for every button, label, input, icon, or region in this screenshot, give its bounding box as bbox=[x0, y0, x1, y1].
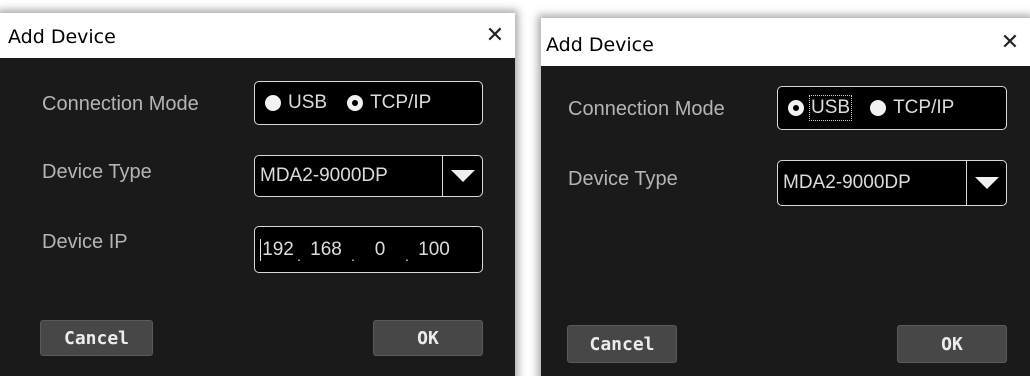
ip-octet-2: 168 bbox=[310, 238, 342, 260]
connection-mode-radio-group: USB TCP/IP bbox=[777, 86, 1007, 130]
ip-octet-3: 0 bbox=[374, 238, 386, 260]
text-caret bbox=[260, 238, 261, 261]
radio-tcpip-indicator bbox=[870, 100, 887, 116]
cancel-button[interactable]: Cancel bbox=[567, 325, 677, 363]
device-type-dropdown-button[interactable] bbox=[442, 156, 482, 196]
radio-usb-label: USB bbox=[288, 92, 328, 113]
ok-button[interactable]: OK bbox=[373, 320, 483, 356]
add-device-dialog-usb: Add Device ✕ Connection Mode USB TCP/IP … bbox=[541, 18, 1030, 376]
ok-button[interactable]: OK bbox=[897, 325, 1007, 363]
radio-tcpip[interactable]: TCP/IP bbox=[870, 97, 954, 119]
radio-usb-label: USB bbox=[808, 95, 853, 121]
ip-octet-1: 192 bbox=[262, 238, 294, 260]
ip-dot: . bbox=[351, 247, 355, 264]
chevron-down-icon bbox=[450, 170, 475, 182]
radio-tcpip-indicator bbox=[347, 95, 364, 111]
radio-tcpip[interactable]: TCP/IP bbox=[347, 92, 431, 114]
ip-octet-4: 100 bbox=[418, 238, 450, 260]
device-type-value: MDA2-9000DP bbox=[783, 172, 911, 193]
add-device-dialog-tcpip: Add Device ✕ Connection Mode USB TCP/IP … bbox=[0, 13, 515, 376]
close-icon[interactable]: ✕ bbox=[990, 18, 1030, 66]
cancel-button[interactable]: Cancel bbox=[40, 320, 153, 356]
radio-usb-indicator bbox=[265, 95, 281, 111]
radio-usb-indicator bbox=[788, 100, 804, 116]
radio-usb[interactable]: USB bbox=[788, 95, 853, 121]
close-icon[interactable]: ✕ bbox=[475, 13, 515, 58]
chevron-down-icon bbox=[974, 177, 999, 189]
dialog-titlebar: Add Device ✕ bbox=[0, 13, 515, 58]
dialog-title: Add Device bbox=[546, 34, 654, 56]
ip-dot: . bbox=[405, 247, 409, 264]
dialog-titlebar: Add Device ✕ bbox=[541, 18, 1030, 66]
device-type-label: Device Type bbox=[42, 161, 152, 183]
device-ip-label: Device IP bbox=[42, 231, 128, 253]
device-type-select[interactable]: MDA2-9000DP bbox=[777, 160, 1007, 206]
device-type-value: MDA2-9000DP bbox=[260, 165, 388, 186]
device-ip-input[interactable]: 192 . 168 . 0 . 100 bbox=[254, 226, 483, 273]
device-type-select[interactable]: MDA2-9000DP bbox=[254, 155, 483, 197]
device-type-label: Device Type bbox=[568, 168, 678, 190]
radio-usb[interactable]: USB bbox=[265, 92, 327, 114]
connection-mode-radio-group: USB TCP/IP bbox=[254, 81, 483, 125]
ip-dot: . bbox=[297, 247, 301, 264]
connection-mode-label: Connection Mode bbox=[42, 93, 199, 115]
radio-tcpip-label: TCP/IP bbox=[370, 92, 432, 113]
connection-mode-label: Connection Mode bbox=[568, 98, 725, 120]
radio-tcpip-label: TCP/IP bbox=[893, 97, 955, 118]
dialog-title: Add Device bbox=[8, 25, 116, 48]
device-type-dropdown-button[interactable] bbox=[966, 161, 1006, 205]
